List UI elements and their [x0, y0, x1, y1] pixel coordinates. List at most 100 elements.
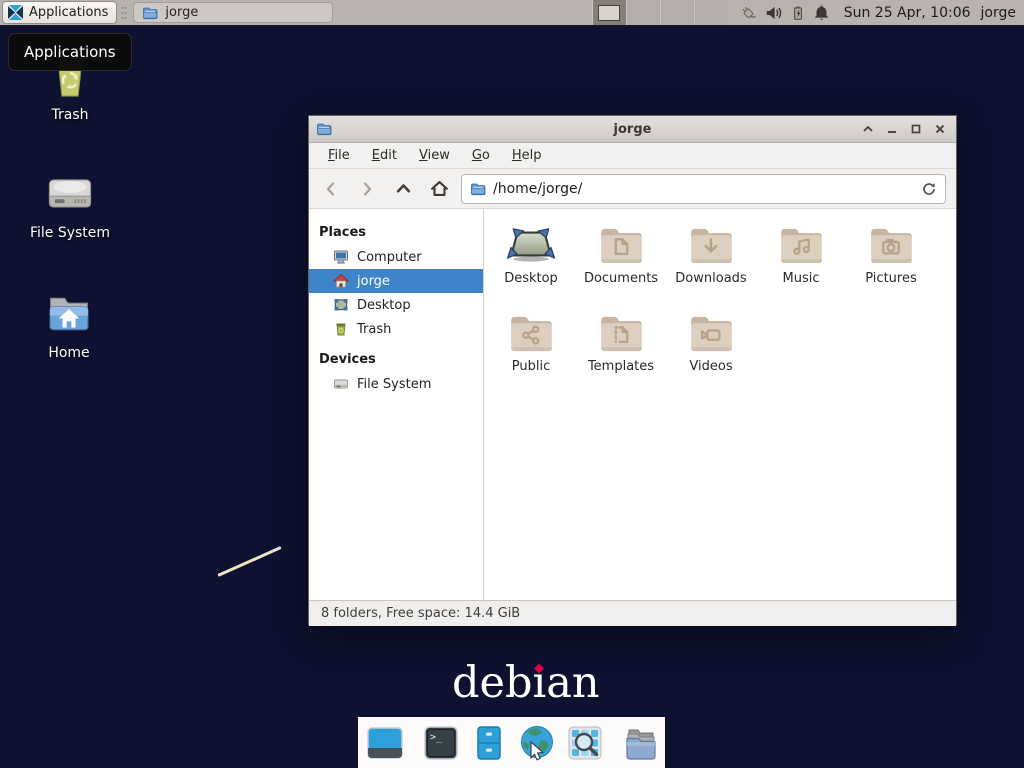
harddrive-icon [333, 376, 349, 392]
taskbar-window-button[interactable]: jorge [133, 2, 333, 23]
workspace-3[interactable] [660, 0, 694, 25]
workspace-4[interactable] [694, 0, 728, 25]
panel-username[interactable]: jorge [981, 5, 1016, 21]
menu-edit[interactable]: Edit [363, 145, 406, 166]
file-item-templates[interactable]: Templates [576, 307, 666, 395]
system-tray [738, 4, 830, 22]
desktop-icon-home[interactable]: Home [21, 288, 117, 361]
sidebar-item-desktop[interactable]: Desktop [309, 293, 483, 317]
sidebar-item-label: Trash [357, 322, 391, 337]
web-browser-icon [517, 723, 557, 763]
taskbar-window-label: jorge [165, 5, 198, 20]
close-button[interactable] [929, 119, 950, 140]
web-browser-button[interactable] [517, 723, 557, 763]
public-folder-icon [504, 307, 558, 357]
workspace-window-miniature [598, 5, 620, 21]
file-item-public[interactable]: Public [486, 307, 576, 395]
debian-wordmark: debıan [452, 658, 600, 708]
statusbar: 8 folders, Free space: 14.4 GiB [309, 600, 956, 626]
desktop-icon-label: Home [48, 345, 89, 361]
desktop-icon [333, 297, 349, 313]
panel-clock[interactable]: Sun 25 Apr, 10:06 [844, 5, 971, 21]
folder-icon [470, 181, 486, 197]
folder-icon [621, 723, 661, 763]
power-battery-icon[interactable] [790, 4, 806, 22]
menu-help[interactable]: Help [503, 145, 551, 166]
reload-button[interactable] [921, 181, 937, 197]
desktop-icon-label: File System [30, 225, 110, 241]
panel-handle[interactable] [120, 5, 128, 21]
sidebar-header-devices: Devices [309, 346, 483, 372]
sidebar-item-computer[interactable]: Computer [309, 245, 483, 269]
desktop-special-icon [504, 219, 558, 269]
computer-icon [333, 249, 349, 265]
file-item-label: Videos [689, 359, 732, 374]
minimize-button[interactable] [881, 119, 902, 140]
path-input[interactable] [493, 181, 914, 197]
file-item-desktop[interactable]: Desktop [486, 219, 576, 307]
wallpaper-swirl-line [217, 546, 281, 577]
sidebar-item-file-system[interactable]: File System [309, 372, 483, 396]
file-cabinet-button[interactable] [469, 723, 509, 763]
sidebar-item-jorge[interactable]: jorge [309, 269, 483, 293]
applications-menu-label: Applications [29, 5, 108, 20]
menu-view[interactable]: View [410, 145, 459, 166]
back-button[interactable] [317, 175, 345, 203]
videos-folder-icon [684, 307, 738, 357]
desktop-screen: Applications jorge [0, 0, 1024, 768]
show-desktop-icon [365, 723, 405, 763]
pictures-folder-icon [864, 219, 918, 269]
maximize-button[interactable] [905, 119, 926, 140]
file-item-label: Templates [588, 359, 654, 374]
file-item-label: Desktop [504, 271, 558, 286]
documents-folder-icon [594, 219, 648, 269]
sidebar: Places Computer [309, 209, 484, 600]
file-item-music[interactable]: Music [756, 219, 846, 307]
show-desktop-button[interactable] [365, 723, 405, 763]
menu-go[interactable]: Go [463, 145, 499, 166]
user-home-icon [333, 273, 349, 289]
sidebar-item-label: File System [357, 377, 431, 392]
harddrive-icon [44, 168, 96, 220]
shade-button[interactable] [857, 119, 878, 140]
top-panel: Applications jorge [0, 0, 1024, 26]
sidebar-item-trash[interactable]: Trash [309, 317, 483, 341]
forward-button[interactable] [353, 175, 381, 203]
window-titlebar[interactable]: jorge [309, 116, 956, 143]
file-item-label: Music [783, 271, 820, 286]
file-manager-window: jorge File Edit View Go Help [308, 115, 957, 625]
up-button[interactable] [389, 175, 417, 203]
desktop-icon-file-system[interactable]: File System [22, 168, 118, 241]
folder-button[interactable] [621, 723, 661, 763]
volume-icon[interactable] [765, 4, 783, 22]
terminal-icon: >_ [421, 723, 461, 763]
downloads-folder-icon [684, 219, 738, 269]
file-item-videos[interactable]: Videos [666, 307, 756, 395]
terminal-button[interactable]: >_ [421, 723, 461, 763]
network-offline-icon[interactable] [738, 4, 758, 22]
handle-dots-icon [121, 5, 127, 21]
notification-bell-icon[interactable] [813, 4, 830, 22]
sidebar-item-label: Computer [357, 250, 422, 265]
file-item-documents[interactable]: Documents [576, 219, 666, 307]
sidebar-item-label: Desktop [357, 298, 411, 313]
tooltip-text: Applications [24, 43, 116, 61]
workspace-2[interactable] [626, 0, 660, 25]
home-folder-icon [43, 288, 95, 340]
music-folder-icon [774, 219, 828, 269]
statusbar-text: 8 folders, Free space: 14.4 GiB [321, 606, 520, 621]
templates-folder-icon [594, 307, 648, 357]
menubar: File Edit View Go Help [309, 143, 956, 169]
file-cabinet-icon [469, 723, 509, 763]
trash-icon [333, 321, 349, 337]
workspace-pager[interactable] [592, 0, 728, 25]
home-button[interactable] [425, 175, 453, 203]
file-item-pictures[interactable]: Pictures [846, 219, 936, 307]
file-item-label: Downloads [675, 271, 746, 286]
workspace-1[interactable] [592, 0, 626, 25]
applications-menu-button[interactable]: Applications [2, 1, 117, 24]
file-item-downloads[interactable]: Downloads [666, 219, 756, 307]
location-bar[interactable] [461, 174, 946, 204]
application-finder-button[interactable] [565, 723, 605, 763]
menu-file[interactable]: File [319, 145, 359, 166]
